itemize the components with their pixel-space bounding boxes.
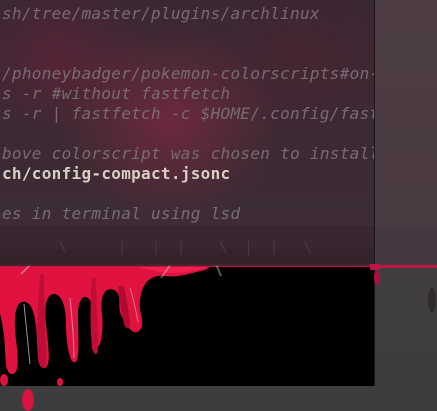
terminal-text: sh/tree/master/plugins/archlinux /phoney… <box>0 0 375 226</box>
terminal-line: /phoneybadger/pokemon-colorscripts#on-ot… <box>2 64 375 83</box>
terminal-line: es in terminal using lsd <box>2 204 241 223</box>
terminal-line: bove colorscript was chosen to install <box>2 144 375 163</box>
terminal-line: s -r | fastfetch -c $HOME/.config/fastfe… <box>2 104 375 123</box>
desktop: \ | | | \ | | \ sh/tree/master/plugins/a… <box>0 0 437 411</box>
terminal-line: s -r #without fastfetch <box>2 84 231 103</box>
blood-drip-icon <box>370 264 436 312</box>
terminal-line: sh/tree/master/plugins/archlinux <box>2 4 320 23</box>
terminal-ghost-text: \ | | | \ | | \ <box>0 240 312 256</box>
blood-drop-icon <box>22 389 34 411</box>
terminal-window[interactable]: \ | | | \ | | \ sh/tree/master/plugins/a… <box>0 0 375 386</box>
terminal-line-highlight: ch/config-compact.jsonc <box>2 164 231 183</box>
blood-drip-art-icon <box>0 264 374 386</box>
